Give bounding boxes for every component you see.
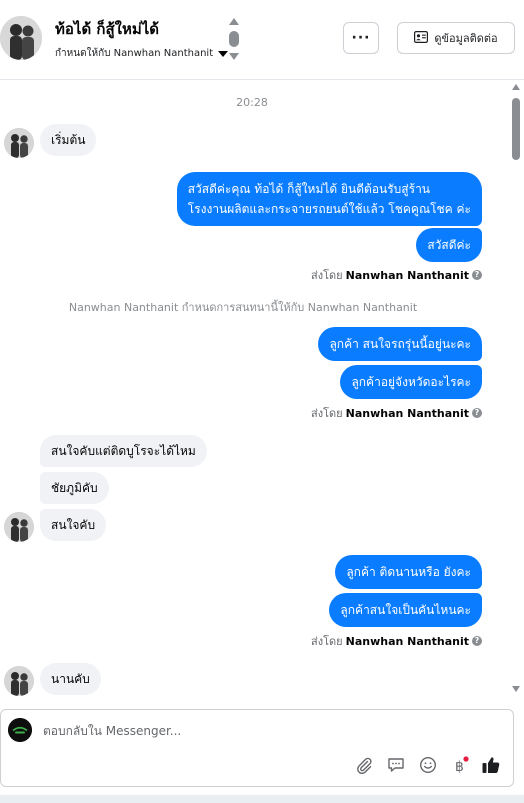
chat-bubble-icon[interactable] (385, 754, 407, 776)
outgoing-message: สวัสดีค่ะคุณ ท้อได้ ก็สู้ใหม่ได้ ยินดีต้… (176, 172, 482, 226)
smiley-icon[interactable] (417, 754, 439, 776)
reply-composer: ฿ (0, 709, 514, 787)
contact-avatar-small[interactable] (4, 512, 34, 542)
help-icon[interactable]: ? (472, 270, 482, 280)
stepper-handle (229, 31, 239, 47)
contact-avatar-small[interactable] (4, 666, 34, 696)
view-contact-info-label: ดูข้อมูลติดต่อ (434, 32, 498, 45)
incoming-message: นานคับ (40, 663, 101, 695)
sent-by-label: ส่งโดย Nanwhan Nanthanit ? (311, 404, 482, 422)
outgoing-message-line: โรงงานผลิตและกระจายรถยนต์ใช้แล้ว โชคคูณโ… (187, 202, 471, 216)
incoming-message: สนใจคับ (40, 509, 107, 541)
page-avatar (8, 718, 32, 742)
reply-input[interactable] (43, 722, 343, 740)
thumbs-up-icon[interactable] (480, 754, 502, 776)
help-icon[interactable]: ? (472, 408, 482, 418)
sent-by-label: ส่งโดย Nanwhan Nanthanit ? (311, 266, 482, 284)
bottom-divider (0, 795, 524, 803)
scroll-down-icon[interactable] (512, 686, 520, 692)
outgoing-message: สวัสดีค่ะ (416, 228, 482, 262)
baht-icon[interactable]: ฿ (449, 754, 471, 776)
contact-avatar-small[interactable] (4, 128, 34, 158)
agent-name: Nanwhan Nanthanit (345, 634, 469, 648)
conversation-nav-stepper[interactable] (227, 16, 241, 64)
contact-name: ท้อได้ ก็สู้ใหม่ได้ (55, 20, 160, 38)
agent-name: Nanwhan Nanthanit (345, 406, 469, 420)
chevron-up-icon[interactable] (229, 18, 239, 25)
view-contact-info-button[interactable]: ดูข้อมูลติดต่อ (397, 22, 515, 54)
contact-avatar[interactable] (0, 16, 42, 60)
agent-name: Nanwhan Nanthanit (345, 268, 469, 282)
incoming-message: ชัยภูมิคับ (40, 472, 109, 504)
outgoing-message: ลูกค้า สนใจรถรุ่นนี้อยู่นะคะ (318, 327, 482, 361)
sent-by-prefix: ส่งโดย (311, 635, 343, 648)
svg-text:฿: ฿ (455, 759, 464, 774)
sent-by-prefix: ส่งโดย (311, 269, 343, 282)
assign-dropdown[interactable]: กำหนดให้กับ Nanwhan Nanthanit (55, 46, 229, 61)
message-thread[interactable]: 20:28 เริ่มต้น สวัสดีค่ะคุณ ท้อได้ ก็สู้… (0, 80, 524, 706)
sent-by-label: ส่งโดย Nanwhan Nanthanit ? (311, 632, 482, 650)
more-options-button[interactable]: ··· (343, 22, 379, 54)
outgoing-message: ลูกค้าอยู่จังหวัดอะไรคะ (340, 365, 482, 399)
paperclip-icon[interactable] (353, 754, 375, 776)
contact-card-icon (414, 30, 429, 46)
outgoing-message: ลูกค้าสนใจเป็นคันไหนคะ (329, 593, 482, 627)
assigned-label: กำหนดให้กับ Nanwhan Nanthanit (55, 48, 214, 59)
outgoing-message: ลูกค้า ติดนานหรือ ยังคะ (335, 555, 482, 589)
sent-by-prefix: ส่งโดย (311, 407, 343, 420)
incoming-message: สนใจคับแต่ติดบูโรจะได้ไหม (40, 435, 207, 467)
conversation-header: ท้อได้ ก็สู้ใหม่ได้ กำหนดให้กับ Nanwhan … (0, 0, 524, 80)
more-options-label: ··· (351, 30, 371, 46)
chevron-down-icon[interactable] (229, 53, 239, 60)
help-icon[interactable]: ? (472, 636, 482, 646)
outgoing-message-line: สวัสดีค่ะคุณ ท้อได้ ก็สู้ใหม่ได้ ยินดีต้… (187, 182, 431, 196)
scroll-up-icon[interactable] (512, 84, 520, 90)
thread-scrollbar[interactable] (511, 80, 521, 706)
scrollbar-thumb[interactable] (512, 98, 520, 160)
timestamp: 20:28 (236, 96, 268, 109)
assignment-note: Nanwhan Nanthanit กำหนดการสนทนานี้ให้กับ… (68, 301, 418, 314)
incoming-message: เริ่มต้น (40, 124, 97, 156)
